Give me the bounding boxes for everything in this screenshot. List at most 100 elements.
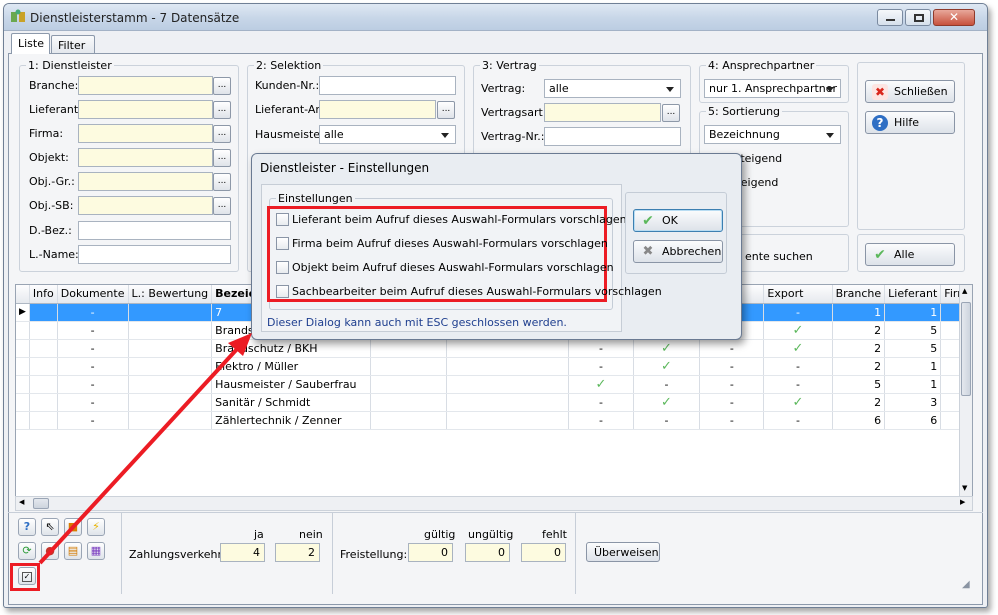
vertical-scroll-thumb[interactable] bbox=[961, 302, 971, 396]
cell-lieferant: 3 bbox=[884, 393, 942, 412]
col-info[interactable]: Info bbox=[29, 285, 58, 304]
cell-info bbox=[29, 321, 58, 340]
abbrechen-button[interactable]: ✖ Abbrechen bbox=[633, 240, 723, 263]
pointer-tool-button[interactable]: ⇖ bbox=[41, 518, 59, 536]
objgr-field[interactable] bbox=[78, 172, 213, 191]
objsb-lookup-button[interactable]: ... bbox=[213, 197, 231, 215]
option-firma-checkbox[interactable] bbox=[276, 237, 289, 250]
vertrag-nr-field[interactable] bbox=[544, 127, 681, 146]
hilfe-button[interactable]: ? Hilfe bbox=[865, 111, 955, 134]
col-branche[interactable]: Branche bbox=[832, 285, 886, 304]
cell-col7: - bbox=[568, 357, 634, 376]
alle-button[interactable]: ✔ Alle bbox=[865, 243, 955, 266]
scroll-down-icon[interactable]: ▼ bbox=[962, 484, 967, 492]
tab-liste[interactable]: Liste bbox=[11, 33, 50, 54]
col-bewertung[interactable]: L.: Bewertung bbox=[128, 285, 213, 304]
vertragsart-lookup-button[interactable]: ... bbox=[662, 104, 680, 122]
highlight-settings-button bbox=[10, 563, 40, 591]
cell-col8: - bbox=[633, 375, 701, 394]
tab-filter[interactable]: Filter bbox=[51, 35, 95, 54]
dokumente-suchen-label[interactable]: ente suchen bbox=[745, 250, 813, 263]
lieferant-field[interactable] bbox=[78, 100, 213, 119]
cell-dokumente: - bbox=[57, 375, 129, 394]
cell-export: ✓ bbox=[763, 393, 833, 412]
option-firma-label[interactable]: Firma beim Aufruf dieses Auswahl-Formula… bbox=[292, 237, 608, 250]
vertrag-select[interactable]: alle bbox=[544, 79, 681, 98]
sortierung-select[interactable]: Bezeichnung bbox=[704, 125, 841, 144]
objsb-field[interactable] bbox=[78, 196, 213, 215]
grid-vertical-scrollbar[interactable]: ▲ ▼ bbox=[959, 285, 972, 496]
option-lieferant-checkbox[interactable] bbox=[276, 213, 289, 226]
flag-tool-button[interactable]: ■ bbox=[64, 518, 82, 536]
dbez-field[interactable] bbox=[78, 221, 231, 240]
footer-divider-1 bbox=[121, 512, 122, 594]
cell-lieferant: 1 bbox=[884, 375, 942, 394]
table-row[interactable]: - Brandschutz / BKH - ✓ - ✓ 2 5 bbox=[16, 339, 972, 358]
refresh-tool-button[interactable]: ⟳ bbox=[18, 542, 36, 560]
record-tool-button[interactable]: ● bbox=[41, 542, 59, 560]
kunden-nr-field[interactable] bbox=[319, 76, 456, 95]
lieferant-label: Lieferant: bbox=[29, 103, 82, 116]
objsb-label: Obj.-SB: bbox=[29, 199, 74, 212]
lname-field[interactable] bbox=[78, 245, 231, 264]
colors-tool-button[interactable]: ▦ bbox=[87, 542, 105, 560]
freistellung-ungueltig-value: 0 bbox=[465, 543, 510, 562]
cell-bewertung bbox=[128, 393, 213, 412]
cursor-icon: ⇖ bbox=[45, 520, 55, 533]
option-objekt-checkbox[interactable] bbox=[276, 261, 289, 274]
lieferant-art-label: Lieferant-Art: bbox=[255, 103, 328, 116]
hausmeister-select[interactable]: alle bbox=[319, 125, 456, 144]
scroll-right-icon[interactable]: ▶ bbox=[960, 498, 965, 506]
option-sachbearbeiter-label[interactable]: Sachbearbeiter beim Aufruf dieses Auswah… bbox=[292, 285, 662, 298]
footer-divider-3 bbox=[575, 512, 576, 594]
lieferant-lookup-button[interactable]: ... bbox=[213, 101, 231, 119]
option-sachbearbeiter-checkbox[interactable] bbox=[276, 285, 289, 298]
dialog-hint: Dieser Dialog kann auch mit ESC geschlos… bbox=[267, 316, 567, 329]
group-sortierung-legend: 5: Sortierung bbox=[708, 105, 781, 118]
col-dokumente[interactable]: Dokumente bbox=[57, 285, 129, 304]
vertragsart-field[interactable] bbox=[544, 103, 661, 122]
scroll-up-icon[interactable]: ▲ bbox=[962, 287, 967, 295]
freistellung-fehlt-value: 0 bbox=[521, 543, 566, 562]
ok-button[interactable]: ✔ OK bbox=[633, 209, 723, 232]
table-row[interactable]: - Sanitär / Schmidt - ✓ - ✓ 2 3 bbox=[16, 393, 972, 412]
objekt-lookup-button[interactable]: ... bbox=[213, 149, 231, 167]
col-export[interactable]: Export bbox=[763, 285, 833, 304]
cell-bezeichnung: Brandschutz / BKH bbox=[211, 339, 372, 358]
flag-icon: ■ bbox=[67, 520, 79, 533]
help-tool-button[interactable]: ? bbox=[18, 518, 36, 536]
objekt-field[interactable] bbox=[78, 148, 213, 167]
branche-lookup-button[interactable]: ... bbox=[213, 77, 231, 95]
help-icon: ? bbox=[872, 114, 888, 131]
grid-horizontal-scrollbar[interactable]: ◀ ▶ bbox=[15, 496, 973, 511]
lieferant-art-field[interactable] bbox=[319, 100, 436, 119]
firma-lookup-button[interactable]: ... bbox=[213, 125, 231, 143]
lieferant-art-lookup-button[interactable]: ... bbox=[437, 101, 455, 119]
col-lieferant[interactable]: Lieferant bbox=[884, 285, 942, 304]
table-row[interactable]: - Zählertechnik / Zenner - - - -6 6 bbox=[16, 411, 972, 430]
lightning-tool-button[interactable]: ⚡ bbox=[87, 518, 105, 536]
option-lieferant-label[interactable]: Lieferant beim Aufruf dieses Auswahl-For… bbox=[292, 213, 627, 226]
objgr-lookup-button[interactable]: ... bbox=[213, 173, 231, 191]
firma-field[interactable] bbox=[78, 124, 213, 143]
minimize-button[interactable] bbox=[877, 9, 903, 26]
option-objekt-label[interactable]: Objekt beim Aufruf dieses Auswahl-Formul… bbox=[292, 261, 614, 274]
ja-label: ja bbox=[254, 528, 264, 541]
cell-col9: - bbox=[699, 375, 765, 394]
resize-grip-icon[interactable]: ◢ bbox=[962, 579, 970, 590]
maximize-button[interactable] bbox=[905, 9, 931, 26]
zahlungsverkehr-ja-value: 4 bbox=[220, 543, 265, 562]
branche-field[interactable] bbox=[78, 76, 213, 95]
table-row[interactable]: - Hausmeister / Sauberfrau ✓ - - -5 1 bbox=[16, 375, 972, 394]
export-tool-button[interactable]: ▤ bbox=[64, 542, 82, 560]
ansprechpartner-select[interactable]: nur 1. Ansprechpartner bbox=[704, 79, 841, 98]
ueberweisen-button[interactable]: Überweisen bbox=[586, 542, 660, 562]
schliessen-button[interactable]: ✖ Schließen bbox=[865, 80, 955, 103]
cell-export: - bbox=[763, 411, 833, 430]
palette-icon: ▦ bbox=[90, 544, 102, 557]
hausmeister-label: Hausmeister: bbox=[255, 128, 329, 141]
scroll-left-icon[interactable]: ◀ bbox=[19, 498, 24, 506]
horizontal-scroll-thumb[interactable] bbox=[33, 498, 49, 509]
table-row[interactable]: - Elektro / Müller - ✓ - -2 1 bbox=[16, 357, 972, 376]
close-window-button[interactable]: ✕ bbox=[933, 9, 975, 26]
